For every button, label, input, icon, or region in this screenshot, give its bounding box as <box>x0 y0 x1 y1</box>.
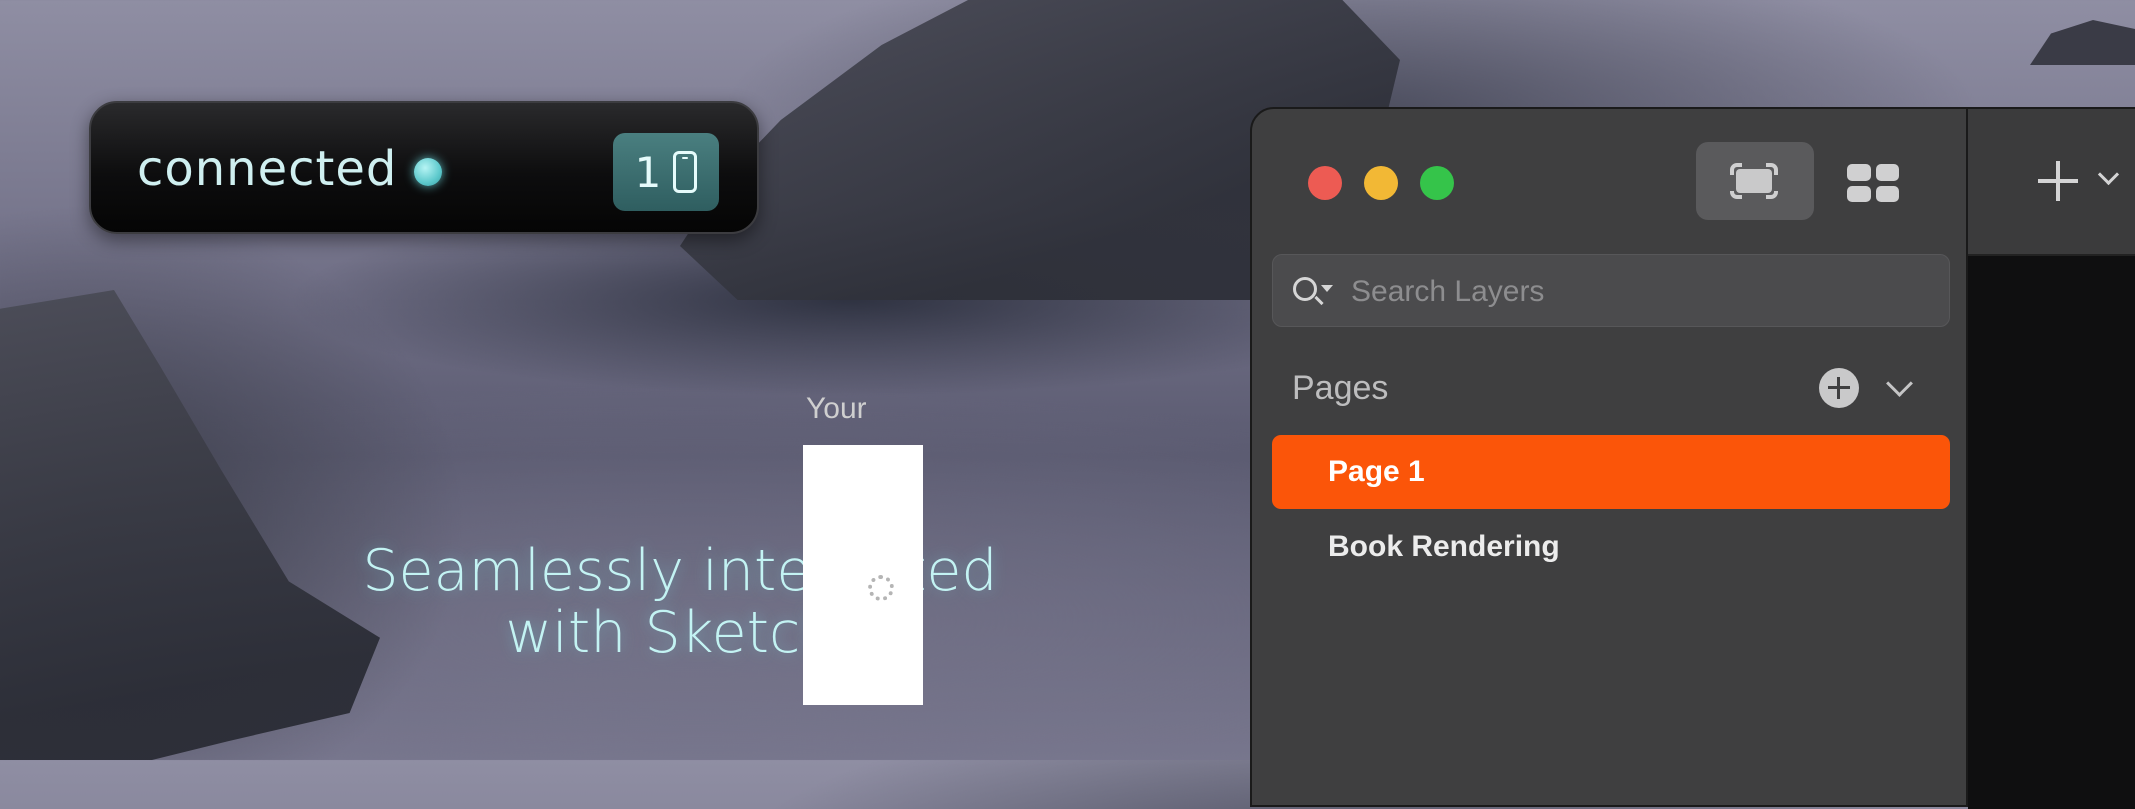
phone-icon <box>673 151 698 193</box>
insert-plus-icon[interactable] <box>2038 161 2078 201</box>
add-page-button[interactable] <box>1819 368 1859 408</box>
device-count: 1 <box>634 147 662 197</box>
maximize-window-button[interactable] <box>1420 166 1454 200</box>
components-view-button[interactable] <box>1815 142 1933 220</box>
search-options-caret-icon[interactable] <box>1321 285 1333 292</box>
search-layers-field[interactable] <box>1272 254 1950 327</box>
search-layers-input[interactable] <box>1349 267 1933 317</box>
chevron-down-icon[interactable] <box>1886 370 1913 397</box>
close-window-button[interactable] <box>1308 166 1342 200</box>
page-item-book-rendering[interactable]: Book Rendering <box>1272 510 1950 584</box>
tagline-line: with Sketch. <box>505 600 855 666</box>
wallpaper-rock <box>2030 20 2135 65</box>
connection-indicator-icon <box>414 158 442 186</box>
chevron-down-icon[interactable] <box>2097 163 2120 186</box>
gear-icon <box>868 575 894 601</box>
search-icon[interactable] <box>1293 277 1317 301</box>
canvas-area[interactable] <box>1968 107 2135 809</box>
artboard-title[interactable]: Yours <box>806 392 866 426</box>
canvas-view-icon <box>1728 161 1780 201</box>
grid-icon <box>1847 164 1899 202</box>
toolbar <box>1968 109 2135 256</box>
connection-status-label: connected <box>137 141 398 197</box>
tagline-line: Seamlessly integrated <box>362 538 998 604</box>
tagline: Seamlessly integrated with Sketch. <box>300 540 1060 664</box>
sketch-window: Pages Page 1 Book Rendering <box>1250 107 2135 809</box>
minimize-window-button[interactable] <box>1364 166 1398 200</box>
artboard[interactable] <box>803 445 923 705</box>
connection-status-pill: connected 1 <box>89 101 759 234</box>
wallpaper-rock <box>0 290 380 760</box>
connected-devices-button[interactable]: 1 <box>613 133 719 211</box>
page-item-page-1[interactable]: Page 1 <box>1272 435 1950 509</box>
layers-sidebar: Pages Page 1 Book Rendering <box>1250 107 1968 807</box>
pages-header: Pages <box>1292 369 1389 407</box>
canvas-view-button[interactable] <box>1696 142 1814 220</box>
